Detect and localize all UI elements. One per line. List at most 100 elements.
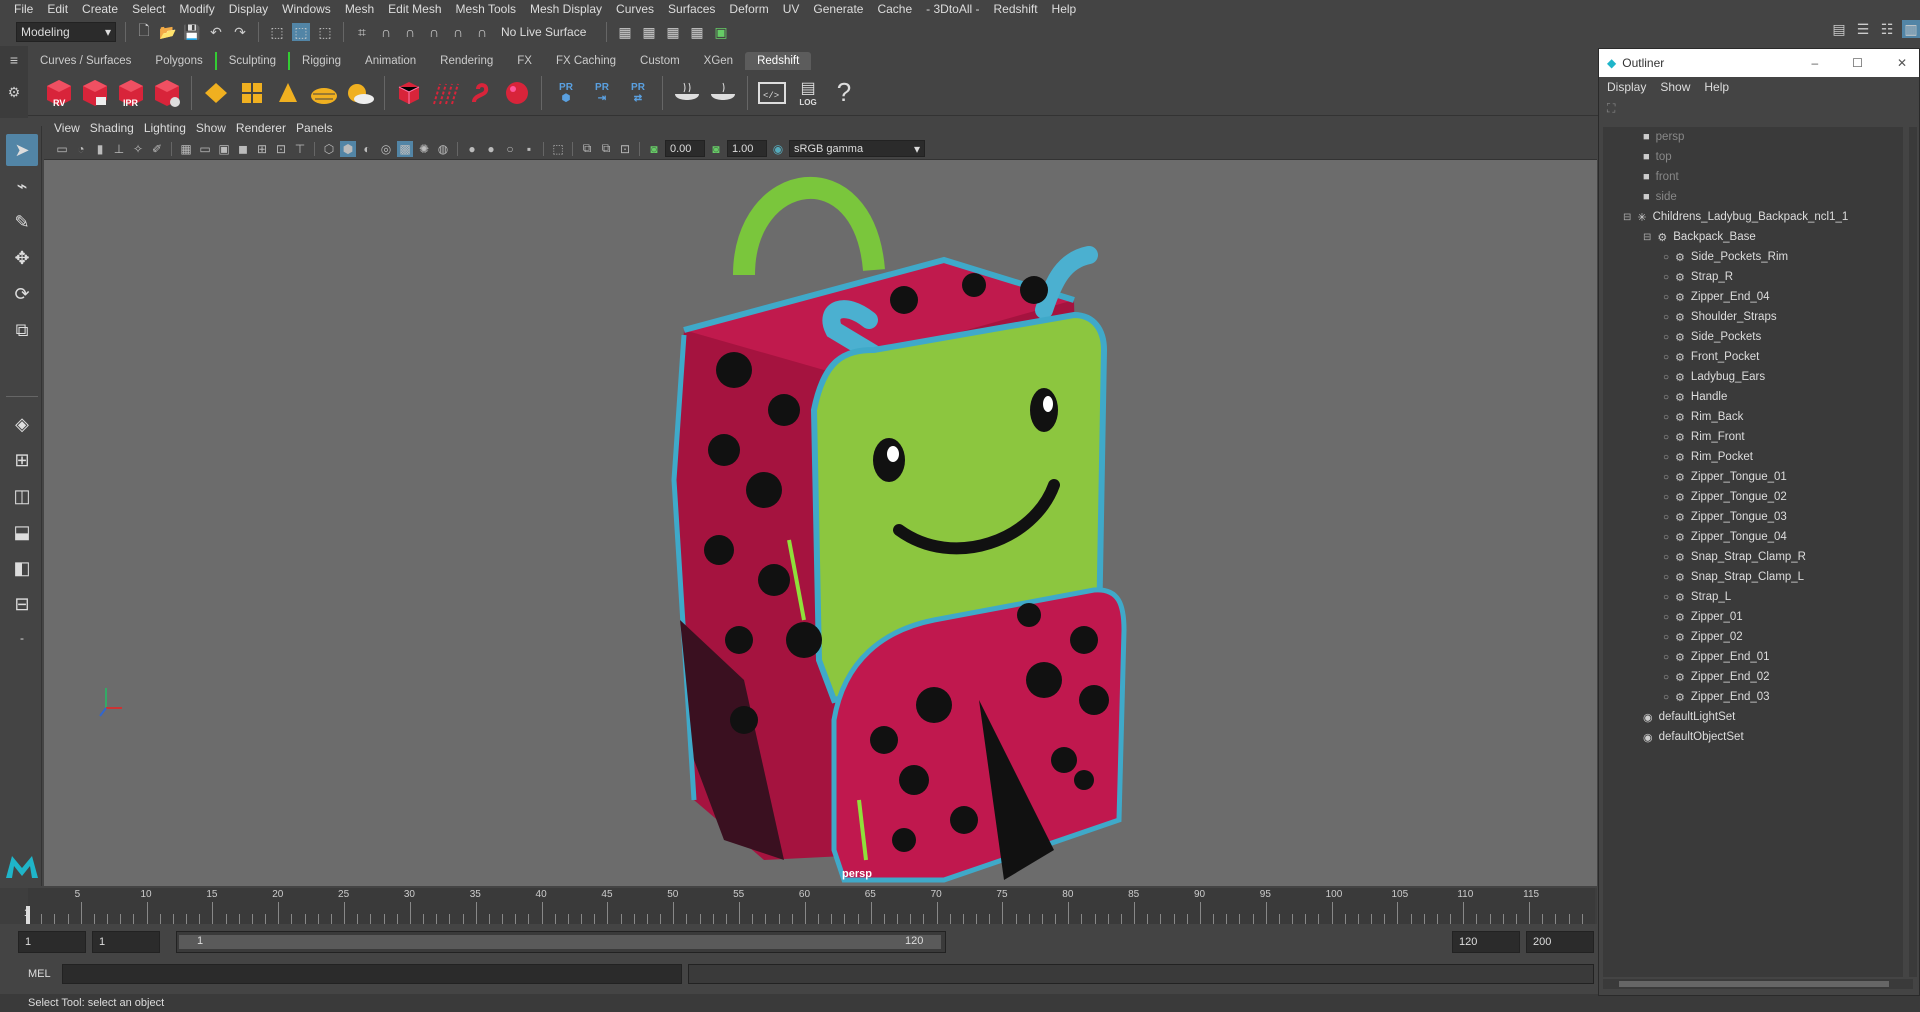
tree-node-icon[interactable]: ○ — [1663, 372, 1669, 383]
select-component-icon[interactable]: ⬚ — [316, 23, 334, 41]
menu-cache[interactable]: Cache — [871, 2, 920, 16]
tool-settings-icon[interactable]: ☷ — [1878, 20, 1896, 38]
resolution-gate-icon[interactable]: ▣ — [216, 141, 232, 157]
anti-aliasing-icon[interactable]: ○ — [502, 141, 518, 157]
shelf-options-gear-icon[interactable]: ⚙ — [5, 83, 23, 101]
outliner-horizontal-scrollbar[interactable] — [1603, 979, 1913, 989]
live-surface-field[interactable]: No Live Surface — [497, 22, 597, 42]
snap-live-icon[interactable]: ∩ — [473, 23, 491, 41]
gamma-icon[interactable]: ◙ — [708, 141, 724, 157]
tree-node-icon[interactable]: ○ — [1663, 592, 1669, 603]
safe-title-icon[interactable]: ⊤ — [292, 141, 308, 157]
menu-select[interactable]: Select — [126, 2, 173, 16]
rs-sun-sky-button[interactable] — [345, 76, 375, 110]
shelf-tab-polygons[interactable]: Polygons — [143, 52, 214, 70]
viewport-menu-lighting[interactable]: Lighting — [144, 121, 196, 135]
exposure-icon[interactable]: ◙ — [646, 141, 662, 157]
outliner-item-camera[interactable]: ■ top — [1643, 147, 1672, 167]
safe-action-icon[interactable]: ⊡ — [273, 141, 289, 157]
pr-button-2[interactable]: PR ⇥ — [587, 76, 617, 110]
use-all-lights-icon[interactable]: ✺ — [416, 141, 432, 157]
textured-icon[interactable]: ▩ — [397, 140, 413, 157]
tree-node-icon[interactable]: ○ — [1663, 632, 1669, 643]
outliner-item-group[interactable]: ⊟ ⚙ Backpack_Base — [1643, 227, 1756, 247]
snap-view-icon[interactable]: ∩ — [425, 23, 443, 41]
outliner-item-mesh[interactable]: ○ ⚙ Strap_L — [1663, 587, 1731, 607]
new-scene-icon[interactable]: 🗋 — [135, 22, 153, 41]
rotate-tool-icon[interactable]: ⟳ — [6, 278, 38, 310]
menu-redshift[interactable]: Redshift — [988, 2, 1046, 16]
menu-windows[interactable]: Windows — [276, 2, 339, 16]
outliner-item-mesh[interactable]: ○ ⚙ Shoulder_Straps — [1663, 307, 1777, 327]
wireframe-icon[interactable]: ⬡ — [321, 141, 337, 157]
bookmarks-icon[interactable]: ▮ — [92, 141, 108, 157]
more-layouts-icon[interactable]: - — [6, 622, 38, 654]
redshift-render-view-button[interactable]: RV — [44, 76, 74, 110]
menu-help[interactable]: Help — [1046, 2, 1085, 16]
outliner-menu-help[interactable]: Help — [1704, 80, 1729, 94]
film-gate-icon[interactable]: ▭ — [197, 141, 213, 157]
tree-node-icon[interactable]: ○ — [1663, 472, 1669, 483]
outliner-item-camera[interactable]: ■ side — [1643, 187, 1677, 207]
tree-node-icon[interactable]: ○ — [1663, 552, 1669, 563]
outliner-item-mesh[interactable]: ○ ⚙ Zipper_01 — [1663, 607, 1743, 627]
rs-dome-light-button[interactable] — [309, 76, 339, 110]
lasso-tool-icon[interactable]: ⌁ — [6, 170, 38, 202]
channel-box-icon[interactable]: ▥ — [1902, 20, 1920, 38]
shelf-tab-fx[interactable]: FX — [505, 52, 544, 70]
shelf-tab-rendering[interactable]: Rendering — [428, 52, 505, 70]
tree-node-icon[interactable]: ○ — [1663, 252, 1669, 263]
select-hierarchy-icon[interactable]: ⬚ — [268, 23, 286, 41]
render-view-icon[interactable]: ▦ — [616, 23, 634, 41]
attribute-editor-icon[interactable]: ☰ — [1854, 20, 1872, 38]
tree-node-icon[interactable]: ○ — [1663, 412, 1669, 423]
outliner-item-mesh[interactable]: ○ ⚙ Rim_Front — [1663, 427, 1745, 447]
redshift-ipr-button[interactable]: IPR — [116, 76, 146, 110]
move-tool-icon[interactable]: ✥ — [6, 242, 38, 274]
viewport-menu-panels[interactable]: Panels — [296, 121, 343, 135]
shelf-tab-redshift[interactable]: Redshift — [745, 52, 812, 70]
tree-node-icon[interactable]: ○ — [1663, 612, 1669, 623]
color-management-icon[interactable]: ◉ — [770, 141, 786, 157]
range-handle[interactable] — [179, 935, 941, 949]
menu-display[interactable]: Display — [223, 2, 276, 16]
rs-script-editor-button[interactable]: </> — [757, 76, 787, 110]
shelf-tab-custom[interactable]: Custom — [628, 52, 692, 70]
outliner-item-set[interactable]: ◉ defaultObjectSet — [1643, 727, 1744, 747]
gamma-field[interactable]: 1.00 — [727, 140, 767, 157]
grease-pencil-icon[interactable]: ✐ — [149, 141, 165, 157]
redshift-render-button[interactable] — [80, 76, 110, 110]
exposure-field[interactable]: 0.00 — [665, 140, 705, 157]
persp-outliner-layout-icon[interactable]: ⊟ — [6, 588, 38, 620]
mode-selector[interactable]: Modeling ▾ — [16, 22, 116, 42]
outliner-item-root[interactable]: ⊟ ✳ Childrens_Ladybug_Backpack_ncl1_1 — [1623, 207, 1848, 227]
outliner-item-mesh[interactable]: ○ ⚙ Zipper_02 — [1663, 627, 1743, 647]
persp-graph-layout-icon[interactable]: ◧ — [6, 552, 38, 584]
default-material-icon[interactable]: ◐ — [359, 141, 375, 157]
tree-node-icon[interactable]: ○ — [1663, 452, 1669, 463]
outliner-item-camera[interactable]: ■ front — [1643, 167, 1679, 187]
tree-node-icon[interactable]: ○ — [1663, 512, 1669, 523]
xray-joints-icon[interactable]: ⧉ — [598, 141, 614, 157]
outliner-item-mesh[interactable]: ○ ⚙ Zipper_Tongue_03 — [1663, 507, 1787, 527]
render-frame-icon[interactable]: ▦ — [640, 23, 658, 41]
tree-node-icon[interactable]: ○ — [1663, 572, 1669, 583]
scrollbar-thumb[interactable] — [1619, 981, 1889, 987]
render-settings-icon[interactable]: ▦ — [688, 23, 706, 41]
tree-node-icon[interactable]: ○ — [1663, 532, 1669, 543]
menu-modify[interactable]: Modify — [173, 2, 222, 16]
rs-help-button[interactable]: ? — [829, 76, 859, 110]
outliner-item-mesh[interactable]: ○ ⚙ Rim_Back — [1663, 407, 1743, 427]
tree-node-icon[interactable]: ○ — [1663, 492, 1669, 503]
outliner-item-mesh[interactable]: ○ ⚙ Side_Pockets — [1663, 327, 1761, 347]
depth-of-field-icon[interactable]: ▪ — [521, 141, 537, 157]
rs-spot-light-button[interactable] — [273, 76, 303, 110]
gate-mask-icon[interactable]: ◼ — [235, 141, 251, 157]
rs-area-light-button[interactable] — [201, 76, 231, 110]
shelf-tab-xgen[interactable]: XGen — [692, 52, 745, 70]
menu-file[interactable]: File — [8, 2, 41, 16]
scale-tool-icon[interactable]: ⧉ — [6, 314, 38, 346]
tree-node-icon[interactable]: ○ — [1663, 652, 1669, 663]
menu-curves[interactable]: Curves — [610, 2, 662, 16]
playback-end-field[interactable]: 120 — [1452, 931, 1520, 953]
